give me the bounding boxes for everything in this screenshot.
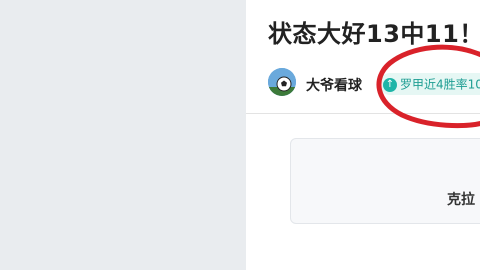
up-arrow-icon: ↑ [383,77,397,92]
match-card[interactable]: 克拉 [290,138,480,224]
match-card-label: 克拉 [447,192,475,208]
stat-tag-label: 罗甲近4胜率10 [400,77,480,92]
soccer-ball-icon [268,68,296,96]
article-title: 状态大好13中11！ [268,20,480,48]
article-main: 状态大好13中11！ 大爷看球 ↑ 罗甲近4胜率10 克拉 [246,0,480,270]
stat-tag[interactable]: ↑ 罗甲近4胜率10 [379,73,480,95]
left-pane [0,0,246,270]
author-name[interactable]: 大爷看球 [306,75,362,95]
divider [246,113,480,114]
author-avatar[interactable] [268,68,296,96]
